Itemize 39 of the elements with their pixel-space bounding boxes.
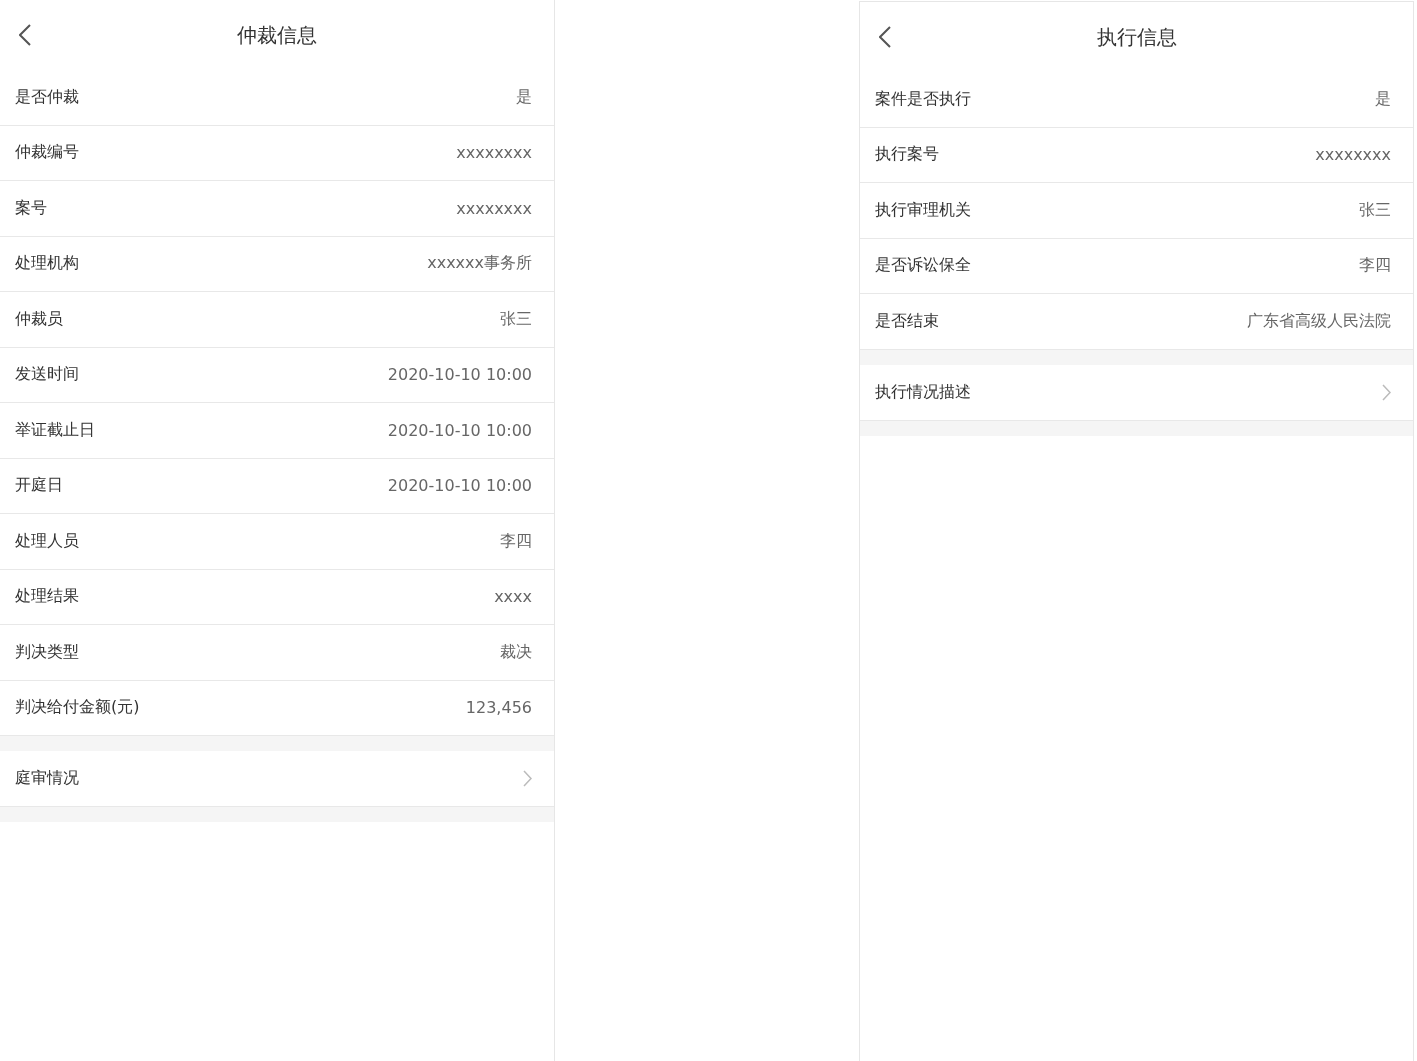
field-label: 发送时间 (15, 364, 79, 386)
field-value: xxxxxxxx (1315, 145, 1391, 165)
field-value: 2020-10-10 10:00 (387, 365, 532, 385)
field-value: 裁决 (500, 641, 532, 663)
field-label: 是否结束 (875, 310, 939, 332)
field-label: 是否仲裁 (15, 86, 79, 108)
field-value: 2020-10-10 10:00 (387, 420, 532, 440)
field-value: xxxxxx事务所 (427, 253, 532, 275)
field-label: 案件是否执行 (875, 88, 971, 110)
field-label: 举证截止日 (15, 419, 95, 441)
field-value: 张三 (1359, 199, 1391, 221)
field-value: 李四 (1359, 255, 1391, 277)
field-label: 是否诉讼保全 (875, 255, 971, 277)
field-label: 开庭日 (15, 475, 63, 497)
field-value: 123,456 (465, 698, 532, 718)
field-label: 处理人员 (15, 530, 79, 552)
field-label: 案号 (15, 197, 47, 219)
field-label: 处理机构 (15, 253, 79, 275)
field-value: 是 (516, 86, 532, 108)
field-label: 仲裁员 (15, 308, 63, 330)
field-label: 判决给付金额(元) (15, 697, 140, 719)
field-value: 张三 (500, 308, 532, 330)
chevron-right-icon (523, 770, 532, 787)
field-label: 仲裁编号 (15, 142, 79, 164)
field-value: 广东省高级人民法院 (1247, 310, 1391, 332)
chevron-right-icon (1382, 383, 1391, 401)
field-label: 处理结果 (15, 586, 79, 608)
field-value: 李四 (500, 530, 532, 552)
detail-link-row[interactable]: 执行情况描述 (860, 364, 1413, 421)
field-value: xxxx (494, 587, 532, 607)
page-title: 执行信息 (1096, 23, 1177, 51)
page-title: 仲裁信息 (237, 21, 317, 49)
field-value: xxxxxxxx (456, 143, 532, 163)
field-label: 判决类型 (15, 641, 79, 663)
field-label: 执行审理机关 (875, 199, 971, 221)
field-value: 2020-10-10 10:00 (387, 476, 532, 496)
field-value: 是 (1375, 88, 1391, 110)
field-label: 执行案号 (875, 144, 939, 166)
field-value: xxxxxxxx (456, 198, 532, 218)
